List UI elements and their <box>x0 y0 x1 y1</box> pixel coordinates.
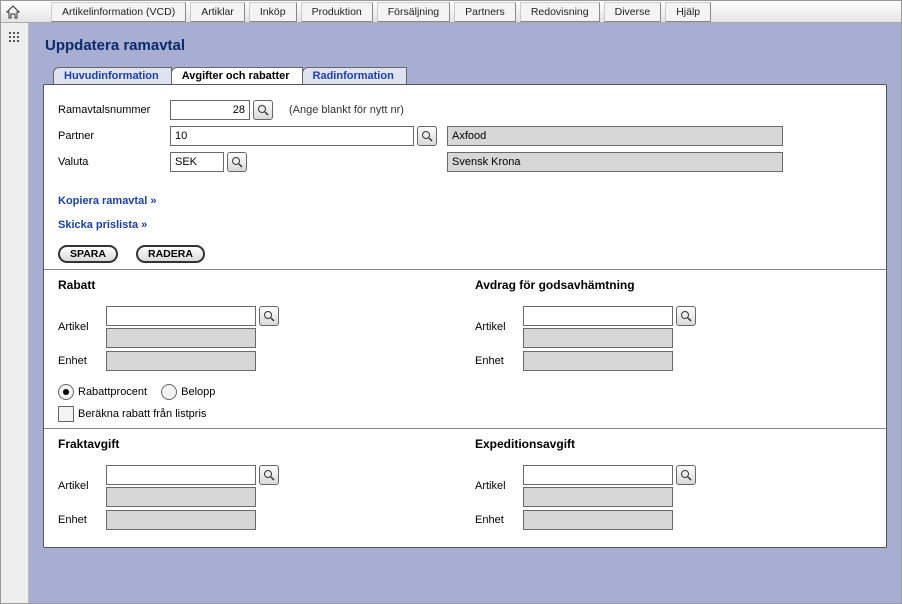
section-avdrag: Avdrag för godsavhämtning Artikel <box>475 278 872 422</box>
nav-produktion[interactable]: Produktion <box>301 2 373 22</box>
page-title: Uppdatera ramavtal <box>45 37 887 54</box>
grip-icon[interactable] <box>8 31 22 49</box>
main-panel: Ramavtalsnummer (Ange blankt för nytt nr… <box>43 84 887 548</box>
divider <box>44 269 886 270</box>
tab-huvudinformation[interactable]: Huvudinformation <box>53 67 172 84</box>
section-frakt: Fraktavgift Artikel <box>58 437 455 533</box>
avdrag-artikel-input[interactable] <box>523 306 673 326</box>
frakt-artikel-name <box>106 487 256 507</box>
rabatt-percent-label: Rabattprocent <box>78 386 147 398</box>
search-icon <box>680 469 692 481</box>
ramavtal-lookup-button[interactable] <box>253 100 273 120</box>
search-icon <box>257 104 269 116</box>
exped-artikel-input[interactable] <box>523 465 673 485</box>
app-window: Artikelinformation (VCD) Artiklar Inköp … <box>0 0 902 604</box>
avdrag-title: Avdrag för godsavhämtning <box>475 278 872 292</box>
nav-forsaljning[interactable]: Försäljning <box>377 2 450 22</box>
rabatt-amount-radio[interactable]: Belopp <box>161 384 215 400</box>
search-icon <box>680 310 692 322</box>
exped-artikel-label: Artikel <box>475 480 523 492</box>
rabatt-artikel-label: Artikel <box>58 321 106 333</box>
nav-diverse[interactable]: Diverse <box>604 2 662 22</box>
avdrag-artikel-label: Artikel <box>475 321 523 333</box>
delete-button[interactable]: RADERA <box>136 245 205 263</box>
rabatt-artikel-input[interactable] <box>106 306 256 326</box>
rabatt-title: Rabatt <box>58 278 455 292</box>
rabatt-artikel-lookup-button[interactable] <box>259 306 279 326</box>
tabstrip: Huvudinformation Avgifter och rabatter R… <box>53 64 887 84</box>
valuta-label: Valuta <box>58 156 170 168</box>
frakt-artikel-label: Artikel <box>58 480 106 492</box>
nav-inkop[interactable]: Inköp <box>249 2 297 22</box>
exped-artikel-lookup-button[interactable] <box>676 465 696 485</box>
partner-name <box>447 126 783 146</box>
left-gutter <box>1 23 29 603</box>
valuta-name <box>447 152 783 172</box>
search-icon <box>231 156 243 168</box>
exped-artikel-name <box>523 487 673 507</box>
rabatt-enhet-label: Enhet <box>58 355 106 367</box>
tab-avgifter-rabatter[interactable]: Avgifter och rabatter <box>171 67 303 84</box>
partner-input[interactable] <box>170 126 414 146</box>
ramavtal-hint: (Ange blankt för nytt nr) <box>289 104 404 116</box>
search-icon <box>263 469 275 481</box>
avdrag-artikel-lookup-button[interactable] <box>676 306 696 326</box>
section-rabatt: Rabatt Artikel <box>58 278 455 422</box>
copy-ramavtal-link[interactable]: Kopiera ramavtal » <box>58 195 872 207</box>
exped-title: Expeditionsavgift <box>475 437 872 451</box>
frakt-enhet-label: Enhet <box>58 514 106 526</box>
avdrag-enhet-label: Enhet <box>475 355 523 367</box>
frakt-artikel-lookup-button[interactable] <box>259 465 279 485</box>
search-icon <box>263 310 275 322</box>
home-icon[interactable] <box>5 4 21 20</box>
radio-icon <box>58 384 74 400</box>
valuta-input[interactable] <box>170 152 224 172</box>
send-pricelist-link[interactable]: Skicka prislista » <box>58 219 872 231</box>
partner-lookup-button[interactable] <box>417 126 437 146</box>
rabatt-artikel-name <box>106 328 256 348</box>
ramavtal-label: Ramavtalsnummer <box>58 104 170 116</box>
frakt-title: Fraktavgift <box>58 437 455 451</box>
nav-artiklar[interactable]: Artiklar <box>190 2 245 22</box>
rabatt-percent-radio[interactable]: Rabattprocent <box>58 384 147 400</box>
avdrag-artikel-name <box>523 328 673 348</box>
rabatt-enhet-value <box>106 351 256 371</box>
avdrag-enhet-value <box>523 351 673 371</box>
topbar: Artikelinformation (VCD) Artiklar Inköp … <box>1 1 901 23</box>
nav-hjalp[interactable]: Hjälp <box>665 2 711 22</box>
content-area: Uppdatera ramavtal Huvudinformation Avgi… <box>29 23 901 603</box>
radio-icon <box>161 384 177 400</box>
valuta-lookup-button[interactable] <box>227 152 247 172</box>
search-icon <box>421 130 433 142</box>
nav-redovisning[interactable]: Redovisning <box>520 2 600 22</box>
exped-enhet-value <box>523 510 673 530</box>
checkbox-icon <box>58 406 74 422</box>
partner-label: Partner <box>58 130 170 142</box>
nav-partners[interactable]: Partners <box>454 2 516 22</box>
frakt-artikel-input[interactable] <box>106 465 256 485</box>
rabatt-listprice-checkbox[interactable]: Beräkna rabatt från listpris <box>58 406 455 422</box>
rabatt-listprice-label: Beräkna rabatt från listpris <box>78 408 206 420</box>
save-button[interactable]: SPARA <box>58 245 118 263</box>
tab-radinformation[interactable]: Radinformation <box>302 67 407 84</box>
nav-artikelinfo[interactable]: Artikelinformation (VCD) <box>51 2 186 22</box>
section-exped: Expeditionsavgift Artikel <box>475 437 872 533</box>
top-nav: Artikelinformation (VCD) Artiklar Inköp … <box>51 2 711 22</box>
ramavtal-input[interactable] <box>170 100 250 120</box>
rabatt-amount-label: Belopp <box>181 386 215 398</box>
frakt-enhet-value <box>106 510 256 530</box>
divider <box>44 428 886 429</box>
exped-enhet-label: Enhet <box>475 514 523 526</box>
